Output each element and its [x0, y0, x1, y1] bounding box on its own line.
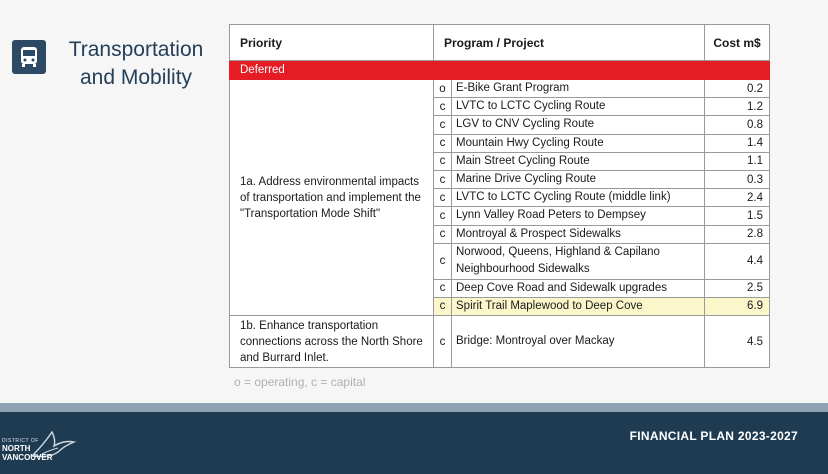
type-code: c	[433, 296, 452, 317]
cost-value: 1.4	[704, 133, 770, 153]
type-code: c	[433, 133, 452, 153]
type-code: c	[433, 224, 452, 244]
type-code: c	[433, 169, 452, 190]
priority-1a: 1a. Address environmental impacts of tra…	[229, 78, 434, 317]
bus-icon	[12, 40, 46, 74]
program-name: LVTC to LCTC Cycling Route (middle link)	[451, 188, 705, 208]
cost-header: Cost m$	[704, 24, 770, 61]
type-code: c	[433, 115, 452, 135]
cost-value: 4.4	[704, 242, 770, 280]
slide: Transportation and Mobility Priority Pro…	[0, 0, 828, 412]
cost-value: 6.9	[704, 296, 770, 317]
type-code: c	[433, 315, 452, 369]
deferred-group-row: Deferred	[229, 60, 770, 80]
program-name: Lynn Valley Road Peters to Dempsey	[451, 206, 705, 226]
program-name: LGV to CNV Cycling Route	[451, 115, 705, 135]
financial-plan-title: FINANCIAL PLAN 2023-2027	[629, 429, 798, 443]
program-name: LVTC to LCTC Cycling Route	[451, 97, 705, 117]
cost-value: 1.1	[704, 151, 770, 171]
district-logo: DISTRICT OF NORTH VANCOUVER	[0, 426, 80, 466]
program-name: Deep Cove Road and Sidewalk upgrades	[451, 278, 705, 298]
program-name: Main Street Cycling Route	[451, 151, 705, 171]
cost-value: 2.5	[704, 278, 770, 298]
type-code: c	[433, 97, 452, 117]
type-code: c	[433, 206, 452, 226]
program-name: Bridge: Montroyal over Mackay	[451, 315, 705, 369]
logo-text-north: NORTH	[2, 444, 31, 453]
table-header-row: Priority Program / Project Cost m$	[229, 24, 770, 61]
program-name: Norwood, Queens, Highland & Capilano Nei…	[451, 242, 705, 280]
cost-value: 4.5	[704, 315, 770, 369]
priority-1b: 1b. Enhance transportation connections a…	[229, 315, 434, 369]
section-title: Transportation and Mobility	[68, 38, 204, 89]
code-legend: o = operating, c = capital	[234, 375, 366, 389]
cost-value: 0.8	[704, 115, 770, 135]
program-name: Spirit Trail Maplewood to Deep Cove	[451, 296, 705, 317]
program-name: Mountain Hwy Cycling Route	[451, 133, 705, 153]
priority-header: Priority	[229, 24, 434, 61]
type-code: o	[433, 78, 452, 99]
program-name: Montroyal & Prospect Sidewalks	[451, 224, 705, 244]
cost-value: 2.4	[704, 188, 770, 208]
logo-text-vancouver: VANCOUVER	[2, 453, 53, 462]
program-name: Marine Drive Cycling Route	[451, 169, 705, 190]
financial-plan-table: Priority Program / Project Cost m$ Defer…	[229, 24, 770, 369]
type-code: c	[433, 278, 452, 298]
cost-value: 2.8	[704, 224, 770, 244]
program-name: E-Bike Grant Program	[451, 78, 705, 99]
type-code: c	[433, 188, 452, 208]
cost-value: 0.2	[704, 78, 770, 99]
cost-value: 0.3	[704, 169, 770, 190]
footer: DISTRICT OF NORTH VANCOUVER FINANCIAL PL…	[0, 412, 828, 474]
table-row: 1b. Enhance transportation connections a…	[229, 315, 770, 369]
type-code: c	[433, 151, 452, 171]
table-row: 1a. Address environmental impacts of tra…	[229, 78, 770, 317]
program-header: Program / Project	[433, 24, 705, 61]
cost-value: 1.5	[704, 206, 770, 226]
type-code: c	[433, 242, 452, 280]
footer-divider	[0, 403, 828, 412]
cost-value: 1.2	[704, 97, 770, 117]
deferred-label: Deferred	[229, 60, 770, 80]
